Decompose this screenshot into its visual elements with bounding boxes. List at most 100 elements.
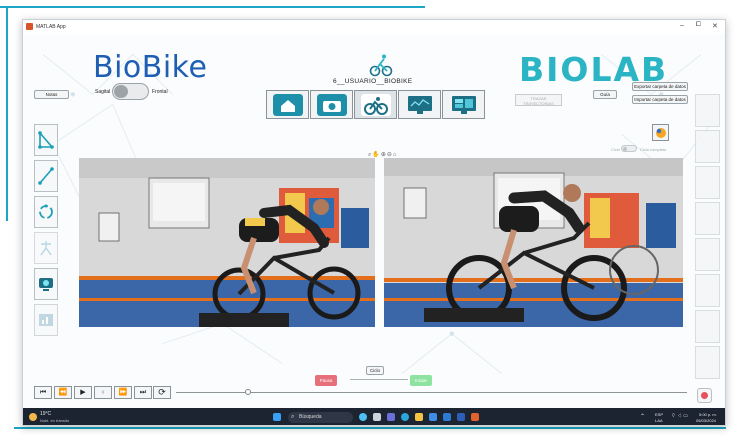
pose-thumbnail-6[interactable]	[695, 274, 720, 307]
edge-icon[interactable]	[401, 413, 409, 421]
weather-temp[interactable]: 19°C	[40, 411, 51, 417]
cyclist-logo-icon	[369, 54, 393, 77]
color-picker-icon[interactable]	[652, 124, 669, 141]
tray-chevron-icon[interactable]: ⌃	[640, 413, 645, 420]
home-nav-button[interactable]	[266, 90, 309, 119]
search-placeholder: Búsqueda	[299, 414, 322, 420]
camera-icon	[316, 93, 347, 116]
pose-thumbnail-7[interactable]	[695, 310, 720, 343]
record-dot-icon	[701, 392, 708, 399]
timeline-slider-thumb[interactable]	[244, 389, 251, 395]
cycle-mini-slider[interactable]	[350, 379, 408, 380]
maximize-button[interactable]: ⧠	[696, 22, 701, 29]
windows-taskbar: 19°C Nubl. en tránsito ⌕ Búsqueda ⌃ ESP …	[23, 408, 725, 425]
play-button[interactable]: ▶	[74, 386, 92, 399]
title-bar: MATLAB App – ⧠ ✕	[23, 20, 725, 34]
weather-description: Nubl. en tránsito	[40, 418, 70, 423]
pause-playback-button[interactable]: ⏸	[94, 386, 112, 399]
user-id-label: 6__USUARIO__BIOBIKE	[333, 78, 413, 85]
rotate-cycle-icon	[39, 204, 53, 219]
pose-thumbnail-8[interactable]	[695, 346, 720, 379]
rewind-button[interactable]: ⏪	[54, 386, 72, 399]
monitor-chart-nav-button[interactable]	[398, 90, 441, 119]
home-icon	[272, 93, 303, 116]
notes-button[interactable]: Notas	[34, 90, 69, 99]
matlab-app-window: MATLAB App – ⧠ ✕ BioBike BIOLAB Notas Sa…	[22, 19, 726, 426]
export-folder-button[interactable]: Exportar carpeta de datos	[632, 82, 688, 91]
ciclo-completo-label: Ciclo completo	[640, 147, 667, 152]
view-toggle-knob	[114, 85, 128, 98]
biobike-logo: BioBike	[93, 50, 208, 85]
search-icon: ⌕	[291, 414, 295, 420]
task-view-icon[interactable]	[373, 413, 381, 421]
angle-tool-button[interactable]	[34, 124, 58, 156]
ciclo-toggle-label: Ciclo	[611, 147, 620, 152]
wifi-volume-battery-icons[interactable]: ⌔ ◁ ▭	[671, 413, 688, 419]
decorative-top-line	[0, 6, 425, 8]
forward-button[interactable]: ⏩	[114, 386, 132, 399]
teams-icon[interactable]	[387, 413, 395, 421]
start-button[interactable]: Iniciar	[410, 375, 432, 386]
trace-trajectories-button[interactable]: TRAZAR TRAYECTORIAS	[515, 94, 562, 106]
report-tool-button[interactable]	[34, 304, 58, 336]
decorative-left-line	[6, 6, 8, 221]
clock-date: 05/03/2024	[696, 418, 717, 423]
video-left-panel[interactable]	[79, 158, 375, 327]
clock-time[interactable]: 5:00 p. m.	[699, 412, 717, 417]
screenshot-root: MATLAB App – ⧠ ✕ BioBike BIOLAB Notas Sa…	[0, 0, 739, 435]
window-title: MATLAB App	[36, 24, 66, 30]
windows-start-icon[interactable]	[273, 413, 281, 421]
video-left-frame	[79, 158, 375, 327]
triangle-angle-icon	[38, 130, 54, 149]
skeleton-tool-button[interactable]	[34, 232, 58, 264]
cycle-tool-button[interactable]	[34, 196, 58, 228]
pose-thumbnail-2[interactable]	[695, 130, 720, 163]
cyclist-icon	[360, 93, 391, 116]
cycle-mode-toggle[interactable]	[621, 145, 637, 152]
close-button[interactable]: ✕	[712, 22, 718, 30]
monitor-chart-icon	[407, 95, 432, 114]
trace-trajectories-label: TRAZAR TRAYECTORIAS	[523, 96, 554, 106]
view-toggle-switch[interactable]	[112, 83, 149, 100]
frontal-label: Frontal	[152, 89, 168, 95]
minimize-button[interactable]: –	[680, 22, 684, 29]
webcam-icon	[39, 278, 53, 291]
mail-icon[interactable]	[443, 413, 451, 421]
skeleton-icon	[40, 241, 52, 256]
decorative-bottom-line	[14, 427, 726, 429]
monitor-dashboard-icon	[451, 95, 476, 114]
sagital-label: Sagital	[95, 89, 111, 95]
skip-end-button[interactable]: ⏭	[134, 386, 152, 399]
pose-thumbnail-5[interactable]	[695, 238, 720, 271]
language-top[interactable]: ESP	[655, 412, 663, 417]
pose-thumbnail-1[interactable]	[695, 94, 720, 127]
matlab-app-icon	[26, 23, 33, 30]
language-bottom: LAA	[655, 418, 663, 423]
record-button[interactable]	[697, 388, 712, 403]
cycle-mode-knob	[623, 147, 627, 151]
timeline-slider-track[interactable]	[176, 392, 687, 393]
guide-button[interactable]: Guía	[593, 90, 617, 99]
matlab-taskbar-icon[interactable]	[471, 413, 479, 421]
pose-thumbnail-3[interactable]	[695, 166, 720, 199]
line-tool-button[interactable]	[34, 160, 58, 192]
word-icon[interactable]	[457, 413, 465, 421]
skip-start-button[interactable]: ⏮	[34, 386, 52, 399]
video-right-panel[interactable]	[384, 158, 683, 327]
webcam-tool-button[interactable]	[34, 268, 58, 300]
weather-icon	[29, 413, 37, 421]
reload-button[interactable]: ⟳	[153, 386, 171, 399]
copilot-icon[interactable]	[359, 413, 367, 421]
store-icon[interactable]	[429, 413, 437, 421]
ciclo-button[interactable]: Ciclo	[366, 366, 384, 375]
import-folder-button[interactable]: Importar carpeta de datos	[632, 95, 688, 104]
file-explorer-icon[interactable]	[415, 413, 423, 421]
camera-nav-button[interactable]	[310, 90, 353, 119]
line-measure-icon	[38, 167, 54, 185]
video-right-frame	[384, 158, 683, 327]
monitor-dashboard-nav-button[interactable]	[442, 90, 485, 119]
pause-button[interactable]: Pausa	[315, 375, 337, 386]
cyclist-nav-button[interactable]	[354, 90, 397, 119]
pose-thumbnail-4[interactable]	[695, 202, 720, 235]
taskbar-search-input[interactable]: ⌕ Búsqueda	[288, 412, 353, 423]
